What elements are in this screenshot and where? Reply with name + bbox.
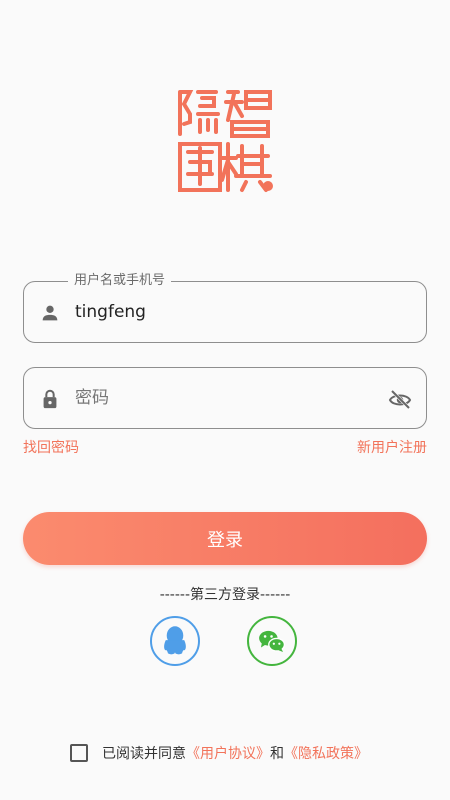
username-field[interactable]: 用户名或手机号 tingfeng [23, 272, 427, 343]
forgot-password-link[interactable]: 找回密码 [23, 437, 79, 457]
lock-icon [43, 389, 57, 409]
password-input[interactable] [75, 385, 375, 411]
register-link[interactable]: 新用户注册 [357, 437, 427, 457]
logo-image [178, 90, 273, 192]
user-agreement-link[interactable]: 《用户协议》 [186, 746, 270, 762]
username-value[interactable]: tingfeng [75, 299, 146, 325]
username-label: 用户名或手机号 [68, 272, 172, 290]
agreement-prefix: 已阅读并同意 [102, 746, 186, 762]
qq-login-button[interactable] [150, 616, 200, 666]
visibility-off-icon[interactable] [388, 388, 412, 412]
agreement-checkbox[interactable] [70, 744, 88, 762]
agreement-conjunction: 和 [270, 746, 284, 762]
wechat-icon [259, 630, 286, 653]
app-logo [176, 86, 274, 194]
person-icon [42, 305, 58, 321]
login-button[interactable]: 登录 [23, 512, 427, 565]
wechat-login-button[interactable] [247, 616, 297, 666]
password-field[interactable] [23, 367, 427, 429]
agreement-text: 已阅读并同意《用户协议》和《隐私政策》 [102, 743, 368, 763]
third-party-login-title: ------第三方登录------ [159, 587, 291, 603]
qq-icon [164, 626, 186, 655]
privacy-policy-link[interactable]: 《隐私政策》 [284, 746, 368, 762]
